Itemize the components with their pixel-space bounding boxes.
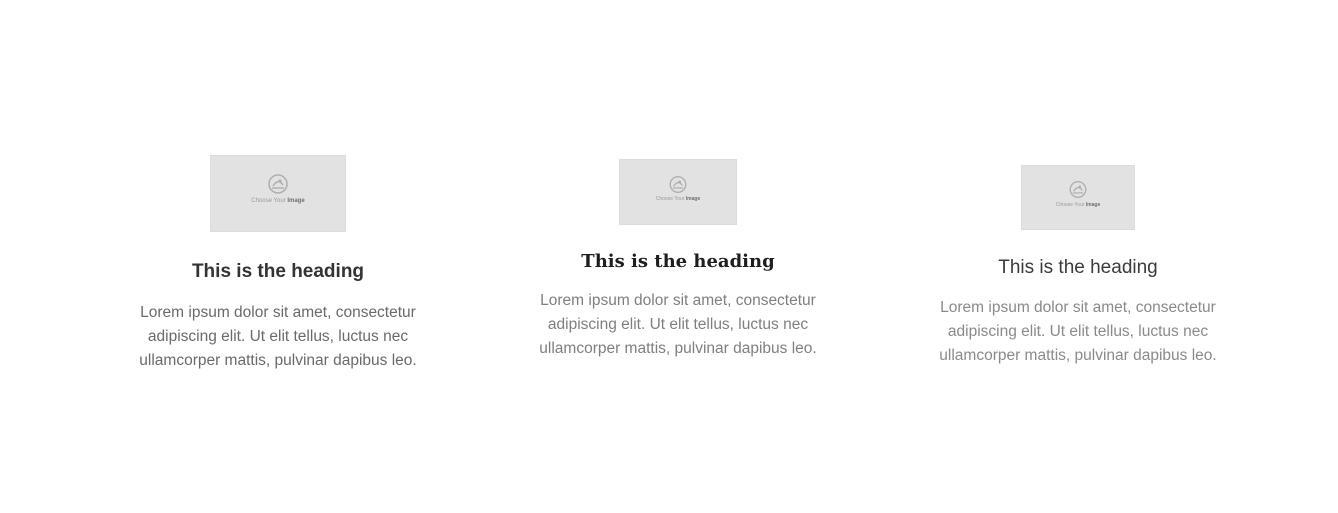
image-box-1: Choose Your Image This is the heading Lo…: [118, 155, 438, 373]
image-placeholder-caption: Choose Your Image: [1055, 202, 1101, 208]
image-placeholder[interactable]: Choose Your Image: [1021, 165, 1135, 230]
image-placeholder-icon: [669, 176, 687, 193]
image-placeholder-caption: Choose Your Image: [655, 196, 701, 202]
box-heading: This is the heading: [998, 257, 1158, 278]
box-description: Lorem ipsum dolor sit amet, consectetur …: [539, 292, 817, 357]
image-box-2: Choose Your Image This is the heading Lo…: [518, 159, 838, 361]
image-placeholder[interactable]: Choose Your Image: [210, 155, 346, 232]
box-description: Lorem ipsum dolor sit amet, consectetur …: [939, 299, 1217, 364]
box-description: Lorem ipsum dolor sit amet, consectetur …: [139, 304, 417, 369]
image-placeholder-icon: [268, 174, 288, 194]
image-box-3: Choose Your Image This is the heading Lo…: [918, 165, 1238, 368]
box-heading: This is the heading: [581, 251, 775, 272]
image-placeholder-caption: Choose Your Image: [251, 198, 305, 204]
image-placeholder[interactable]: Choose Your Image: [619, 159, 737, 225]
image-placeholder-icon: [1069, 181, 1087, 198]
box-heading: This is the heading: [191, 261, 365, 282]
